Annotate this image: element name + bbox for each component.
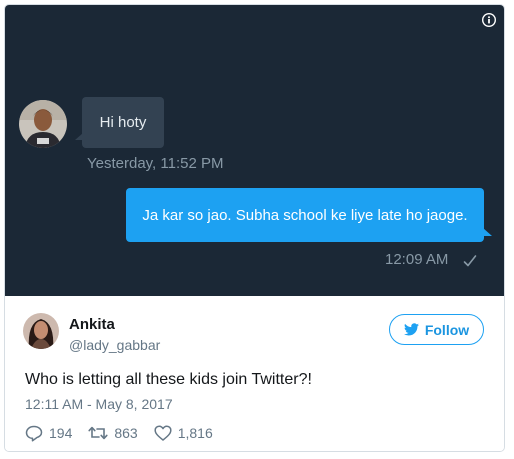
tweet-actions: 194 863 1,816 xyxy=(25,423,229,443)
reply-button[interactable]: 194 xyxy=(25,425,72,442)
follow-label: Follow xyxy=(424,321,470,338)
avatar xyxy=(19,100,67,148)
tweet-timestamp[interactable]: 12:11 AM - May 8, 2017 xyxy=(25,396,173,412)
retweet-icon xyxy=(88,426,108,440)
embedded-tweet-card: Hi hoty Yesterday, 11:52 PM Ja kar so ja… xyxy=(4,4,505,452)
reply-count: 194 xyxy=(49,425,73,441)
outgoing-message-text: Ja kar so jao. Subha school ke liye late… xyxy=(142,206,468,224)
avatar[interactable] xyxy=(23,313,59,349)
twitter-bird-icon xyxy=(403,323,419,336)
author-name[interactable]: Ankita xyxy=(69,316,115,333)
retweet-button[interactable]: 863 xyxy=(88,425,138,441)
check-icon xyxy=(463,255,477,267)
retweet-count: 863 xyxy=(114,425,138,441)
tweet-text: Who is letting all these kids join Twitt… xyxy=(25,371,312,388)
tweet: Ankita @lady_gabbar Follow Who is lettin… xyxy=(5,296,504,451)
author-handle[interactable]: @lady_gabbar xyxy=(69,337,160,353)
outgoing-message-bubble: Ja kar so jao. Subha school ke liye late… xyxy=(126,188,492,242)
incoming-message-bubble: Hi hoty xyxy=(75,97,164,148)
heart-icon xyxy=(154,425,172,441)
incoming-message-time: Yesterday, 11:52 PM xyxy=(87,155,224,172)
dm-screenshot: Hi hoty Yesterday, 11:52 PM Ja kar so ja… xyxy=(5,5,504,296)
like-button[interactable]: 1,816 xyxy=(154,425,213,441)
reply-icon xyxy=(25,425,43,442)
incoming-message-text: Hi hoty xyxy=(99,114,147,131)
follow-button[interactable]: Follow xyxy=(389,314,484,345)
like-count: 1,816 xyxy=(177,425,213,441)
outgoing-message-time: 12:09 AM xyxy=(385,251,449,268)
info-icon[interactable] xyxy=(481,12,497,28)
